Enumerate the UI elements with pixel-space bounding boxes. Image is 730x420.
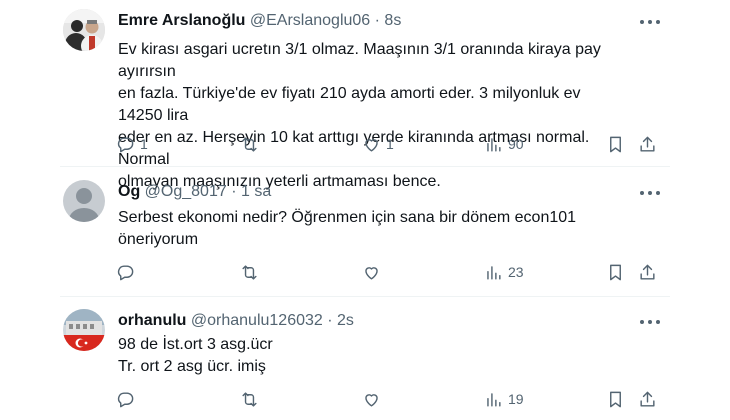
bookmark-button[interactable] xyxy=(606,261,625,283)
reply-button[interactable] xyxy=(116,388,140,410)
like-count: 1 xyxy=(386,136,394,152)
bookmark-icon xyxy=(610,264,621,280)
views-count: 19 xyxy=(508,391,524,407)
views-icon xyxy=(487,392,501,407)
tweet-actions: 23 xyxy=(116,261,664,283)
tweet-text-line: Serbest ekonomi nedir? Öğrenmen için san… xyxy=(118,209,577,226)
views-icon xyxy=(487,137,501,152)
display-name[interactable]: Og xyxy=(118,183,140,200)
retweet-icon xyxy=(242,391,257,407)
bookmark-icon xyxy=(610,391,621,407)
reply-icon xyxy=(117,136,134,152)
retweet-button[interactable] xyxy=(240,261,264,283)
tweet-actions: 1 1 90 xyxy=(116,133,664,155)
share-icon xyxy=(640,136,655,152)
share-button[interactable] xyxy=(638,133,657,155)
tweet-text-line: öneriyorum xyxy=(118,231,199,248)
avatar[interactable] xyxy=(63,180,105,222)
like-button[interactable] xyxy=(362,388,386,410)
heart-icon xyxy=(365,266,378,280)
reply-icon xyxy=(117,391,134,407)
retweet-button[interactable] xyxy=(240,388,264,410)
tweet-text-line: en fazla. Türkiye'de ev fiyatı 210 ayda … xyxy=(118,85,581,124)
views-icon xyxy=(487,265,501,280)
tweet-text-line: Tr. ort 2 asg ücr. imiş xyxy=(118,358,266,375)
views-button[interactable]: 90 xyxy=(484,133,524,155)
bookmark-button[interactable] xyxy=(606,388,625,410)
tweet-text: 98 de İst.ort 3 asg.ücr Tr. ort 2 asg üc… xyxy=(118,334,618,378)
handle[interactable]: @orhanulu126032 xyxy=(191,312,323,329)
like-button[interactable] xyxy=(362,261,386,283)
share-button[interactable] xyxy=(638,388,657,410)
tweet-actions: 19 xyxy=(116,388,664,410)
avatar[interactable] xyxy=(63,309,105,351)
handle[interactable]: @Og_8017 xyxy=(145,183,227,200)
views-button[interactable]: 19 xyxy=(484,388,524,410)
reply-icon xyxy=(117,264,134,280)
share-icon xyxy=(640,391,655,407)
avatar-photo-icon xyxy=(63,9,105,51)
reply-button[interactable] xyxy=(116,261,140,283)
more-icon[interactable] xyxy=(640,14,660,30)
heart-icon xyxy=(365,138,378,152)
retweet-button[interactable] xyxy=(240,133,264,155)
timestamp[interactable]: · 8s xyxy=(375,12,402,29)
heart-icon xyxy=(365,393,378,407)
tweet-header: orhanulu @orhanulu126032 · 2s xyxy=(118,312,354,330)
tweet-text-line: 98 de İst.ort 3 asg.ücr xyxy=(118,336,273,353)
more-icon[interactable] xyxy=(640,185,660,201)
avatar[interactable] xyxy=(63,9,105,51)
tweet-text-line: Ev kirası asgari ucretın 3/1 olmaz. Maaş… xyxy=(118,41,601,80)
views-count: 23 xyxy=(508,264,524,280)
timestamp[interactable]: · 2s xyxy=(327,312,354,329)
tweet-text: Serbest ekonomi nedir? Öğrenmen için san… xyxy=(118,207,618,251)
reply-button[interactable]: 1 xyxy=(116,133,148,155)
display-name[interactable]: orhanulu xyxy=(118,312,186,329)
bookmark-icon xyxy=(610,136,621,152)
share-icon xyxy=(640,264,655,280)
timestamp[interactable]: · 1 sa xyxy=(231,183,271,200)
retweet-icon xyxy=(242,264,257,280)
views-count: 90 xyxy=(508,136,524,152)
tweet-1[interactable]: Emre Arslanoğlu @EArslanoglu06 · 8s Ev k… xyxy=(0,0,730,190)
default-avatar-icon xyxy=(63,180,105,222)
avatar-photo-icon xyxy=(63,309,105,351)
bookmark-button[interactable] xyxy=(606,133,625,155)
reply-count: 1 xyxy=(140,136,148,152)
tweet-3[interactable]: orhanulu @orhanulu126032 · 2s 98 de İst.… xyxy=(0,297,730,420)
retweet-icon xyxy=(242,136,257,152)
views-button[interactable]: 23 xyxy=(484,261,524,283)
share-button[interactable] xyxy=(638,261,657,283)
handle[interactable]: @EArslanoglu06 xyxy=(250,12,370,29)
tweet-header: Og @Og_8017 · 1 sa xyxy=(118,183,271,201)
tweet-header: Emre Arslanoğlu @EArslanoglu06 · 8s xyxy=(118,12,401,30)
more-icon[interactable] xyxy=(640,314,660,330)
like-button[interactable]: 1 xyxy=(362,133,394,155)
display-name[interactable]: Emre Arslanoğlu xyxy=(118,12,245,29)
tweet-2[interactable]: Og @Og_8017 · 1 sa Serbest ekonomi nedir… xyxy=(0,167,730,295)
